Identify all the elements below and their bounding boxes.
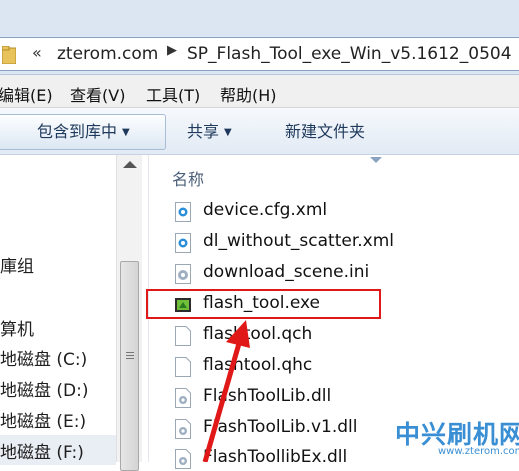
menu-view[interactable]: 查看(V) [70,82,125,106]
watermark-url: www.zterom.com [438,446,519,457]
address-field[interactable]: « zterom.com ▶ SP_Flash_Tool_exe_Win_v5.… [0,37,519,71]
breadcrumb-segment[interactable]: zterom.com [57,44,158,64]
address-overflow-chevron[interactable]: « [32,43,42,62]
dropdown-caret-icon: ▼ [122,127,130,138]
xml-file-icon [175,202,191,222]
dropdown-caret-icon: ▼ [224,127,232,138]
xml-file-icon [175,233,191,253]
file-name: dl_without_scatter.xml [203,231,395,251]
folder-icon [2,46,16,64]
new-folder-button[interactable]: 新建文件夹 [285,118,365,142]
breadcrumb-segment[interactable]: SP_Flash_Tool_exe_Win_v5.1612_0504 [187,44,512,64]
share-label: 共享 [187,122,220,141]
nav-scrollbar[interactable] [116,155,143,471]
dll-file-icon [175,449,191,469]
settings-file-icon [175,264,191,284]
pointer-arrow-icon [202,320,250,462]
menu-bar: 编辑(E) 查看(V) 工具(T) 帮助(H) [0,75,519,108]
nav-item-drive-c[interactable]: 地磁盘 (C:) [0,345,87,370]
blank-file-icon [175,357,191,377]
file-name: device.cfg.xml [203,200,328,220]
nav-item-drive-d[interactable]: 地磁盘 (D:) [0,376,89,401]
highlight-box [146,289,381,319]
dll-file-icon [175,388,191,408]
nav-item-drive-f[interactable]: 地磁盘 (F:) [0,438,84,463]
column-header-name[interactable]: 名称 [172,166,204,190]
window-top-strip [0,0,519,34]
breadcrumb-separator-arrow-icon[interactable]: ▶ [167,43,177,58]
menu-edit[interactable]: 编辑(E) [0,82,53,106]
dll-file-icon [175,419,191,439]
nav-item-computer[interactable]: 算机 [0,315,34,340]
share-button[interactable]: 共享 ▼ [187,118,232,142]
scrollbar-thumb[interactable] [120,261,139,471]
nav-item-homegroup[interactable]: 庫组 [0,252,34,277]
menu-help[interactable]: 帮助(H) [220,82,277,106]
sort-caret-icon [370,157,382,163]
grip-line [126,358,134,359]
address-bar: « zterom.com ▶ SP_Flash_Tool_exe_Win_v5.… [0,34,519,75]
menu-tools[interactable]: 工具(T) [146,82,200,106]
blank-file-icon [175,326,191,346]
nav-item-drive-e[interactable]: 地磁盘 (E:) [0,407,86,432]
file-name: download_scene.ini [203,262,370,282]
include-in-library-label: 包含到库中 [37,122,118,141]
scroll-up-arrow-icon[interactable] [123,161,137,168]
grip-line [126,355,134,356]
include-in-library-button[interactable]: 包含到库中 ▼ [37,118,130,142]
grip-line [126,352,134,353]
command-toolbar: 包含到库中 ▼ 共享 ▼ 新建文件夹 [0,108,519,155]
